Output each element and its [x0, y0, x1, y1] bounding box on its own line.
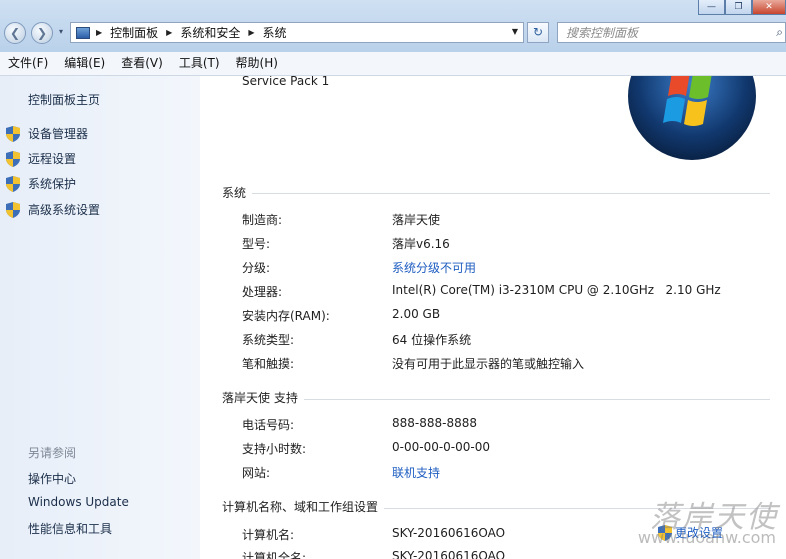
arrow-right-icon: ❯ — [36, 26, 48, 40]
sidebar-item-advanced-settings[interactable]: 高级系统设置 — [6, 201, 100, 218]
breadcrumb-separator[interactable]: ▶ — [166, 28, 172, 37]
sidebar-item-system-protection[interactable]: 系统保护 — [6, 175, 76, 192]
sidebar-action-center[interactable]: 操作中心 — [28, 470, 76, 487]
refresh-icon: ↻ — [532, 25, 544, 39]
breadcrumb-control-panel[interactable]: 控制面板 — [110, 24, 158, 41]
system-type-label: 系统类型: — [242, 333, 295, 347]
main-content: Service Pack 1 系统 制造商: 落岸天使 型号: 落岸v6.16 … — [200, 76, 786, 559]
ram-value: 2.00 GB — [392, 307, 441, 321]
menu-bar: 文件(F) 编辑(E) 查看(V) 工具(T) 帮助(H) — [0, 52, 786, 76]
pen-touch-label: 笔和触摸: — [242, 357, 295, 371]
see-also-header: 另请参阅 — [28, 446, 77, 460]
watermark-url: www.luoanw.com — [637, 528, 776, 547]
website-label: 网站: — [242, 466, 271, 480]
computer-section-title: 计算机名称、域和工作组设置 — [222, 500, 379, 514]
rating-label: 分级: — [242, 261, 271, 275]
processor-value: Intel(R) Core(TM) i3-2310M CPU @ 2.10GHz… — [392, 283, 721, 297]
address-bar[interactable]: ▶ 控制面板 ▶ 系统和安全 ▶ 系统 ▼ — [70, 22, 524, 43]
section-divider — [252, 193, 770, 194]
menu-view[interactable]: 查看(V) — [113, 52, 171, 75]
service-pack-text: Service Pack 1 — [242, 76, 330, 88]
breadcrumb-system[interactable]: 系统 — [263, 24, 287, 41]
rating-link[interactable]: 系统分级不可用 — [392, 259, 476, 276]
sidebar-item-label: 系统保护 — [28, 177, 77, 191]
section-divider — [304, 399, 770, 400]
manufacturer-label: 制造商: — [242, 213, 283, 227]
phone-value: 888-888-8888 — [392, 416, 478, 430]
refresh-button[interactable]: ↻ — [527, 22, 549, 43]
shield-icon — [6, 175, 20, 192]
arrow-left-icon: ❮ — [9, 26, 21, 40]
address-dropdown-icon[interactable]: ▼ — [512, 27, 518, 36]
forward-button[interactable]: ❯ — [31, 22, 53, 44]
maximize-button[interactable]: ❐ — [725, 0, 752, 15]
search-box[interactable]: ⌕ — [557, 22, 786, 43]
support-hours-label: 支持小时数: — [242, 442, 307, 456]
close-button[interactable]: ✕ — [752, 0, 786, 15]
minimize-button[interactable]: — — [698, 0, 725, 15]
menu-edit[interactable]: 编辑(E) — [56, 52, 113, 75]
shield-icon — [6, 125, 20, 142]
computer-name-value: SKY-20160616OAO — [392, 526, 506, 540]
support-section-title: 落岸天使 支持 — [222, 391, 298, 405]
search-icon[interactable]: ⌕ — [776, 25, 783, 40]
shield-icon — [6, 150, 20, 167]
sidebar-item-remote-settings[interactable]: 远程设置 — [6, 150, 76, 167]
model-label: 型号: — [242, 237, 271, 251]
system-type-value: 64 位操作系统 — [392, 333, 472, 347]
breadcrumb-separator[interactable]: ▶ — [96, 28, 102, 37]
support-hours-value: 0-00-00-0-00-00 — [392, 440, 490, 454]
processor-label: 处理器: — [242, 285, 283, 299]
recent-pages-dropdown-icon[interactable]: ▾ — [59, 27, 63, 36]
full-computer-name-label: 计算机全名: — [242, 551, 307, 559]
full-computer-name-value: SKY-20160616OAO — [392, 549, 506, 559]
sidebar-performance-info[interactable]: 性能信息和工具 — [28, 520, 112, 537]
system-section-title: 系统 — [222, 186, 247, 200]
window-titlebar: — ❐ ✕ ❮ ❯ ▾ ▶ 控制面板 ▶ 系统和安全 ▶ 系统 ▼ ↻ ⌕ — [0, 0, 786, 52]
sidebar-item-label: 远程设置 — [28, 152, 77, 166]
breadcrumb-separator[interactable]: ▶ — [248, 28, 254, 37]
menu-help[interactable]: 帮助(H) — [228, 52, 286, 75]
pen-touch-value: 没有可用于此显示器的笔或触控输入 — [392, 357, 585, 371]
sidebar-item-device-manager[interactable]: 设备管理器 — [6, 125, 88, 142]
sidebar-item-label: 设备管理器 — [28, 127, 89, 141]
ram-label: 安装内存(RAM): — [242, 309, 330, 323]
model-value: 落岸v6.16 — [392, 237, 450, 251]
sidebar-control-panel-home[interactable]: 控制面板主页 — [28, 91, 100, 108]
back-button[interactable]: ❮ — [4, 22, 26, 44]
online-support-link[interactable]: 联机支持 — [392, 464, 440, 481]
computer-name-label: 计算机名: — [242, 528, 295, 542]
sidebar: 控制面板主页 设备管理器 远程设置 系统保护 高级系统设置 另请参阅 操作中心 … — [0, 76, 200, 559]
window-controls: — ❐ ✕ — [698, 0, 786, 16]
control-panel-icon — [76, 26, 90, 39]
phone-label: 电话号码: — [242, 418, 295, 432]
sidebar-windows-update[interactable]: Windows Update — [28, 495, 129, 509]
menu-file[interactable]: 文件(F) — [0, 52, 56, 75]
menu-tools[interactable]: 工具(T) — [171, 52, 228, 75]
breadcrumb-system-and-security[interactable]: 系统和安全 — [180, 24, 240, 41]
shield-icon — [6, 201, 20, 218]
sidebar-item-label: 高级系统设置 — [28, 203, 101, 217]
search-input[interactable] — [558, 23, 766, 42]
windows-logo-icon — [628, 76, 756, 160]
manufacturer-value: 落岸天使 — [392, 213, 441, 227]
